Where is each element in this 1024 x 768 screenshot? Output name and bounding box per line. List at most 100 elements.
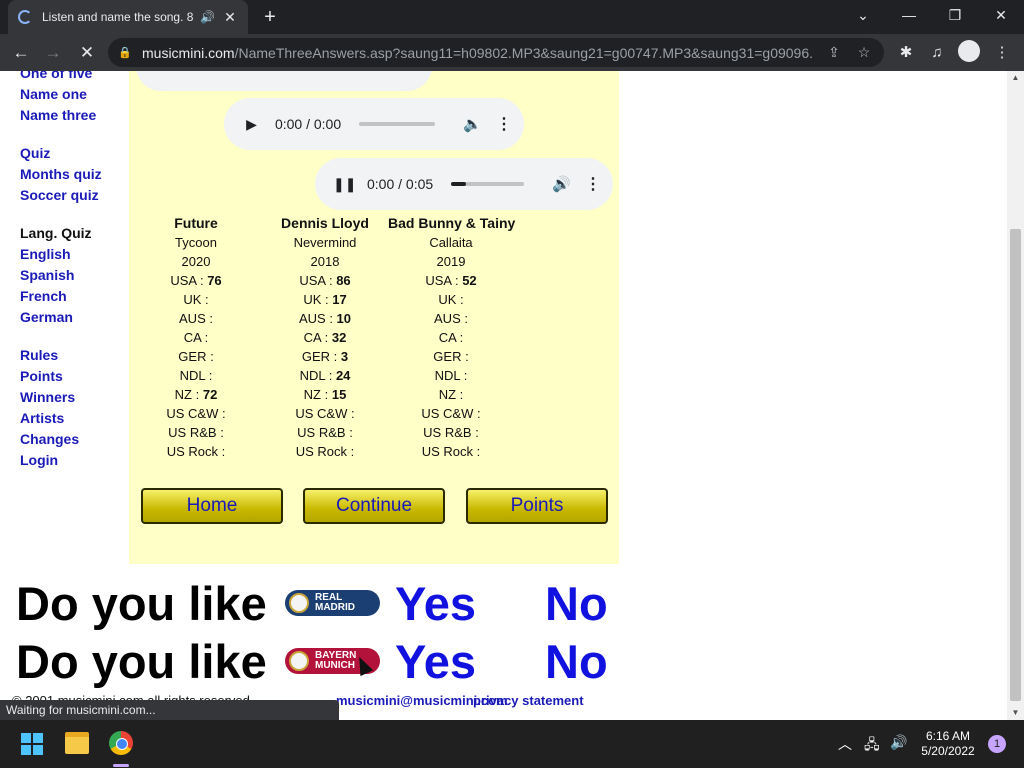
tab-search-button[interactable]: ⌄ [840, 0, 886, 30]
sidebar-menu: One of five Name one Name three Quiz Mon… [20, 71, 125, 471]
sidebar-item-rules[interactable]: Rules [20, 345, 125, 366]
taskbar-clock[interactable]: 6:16 AM 5/20/2022 [912, 729, 984, 759]
sidebar-item-quiz[interactable]: Quiz [20, 143, 125, 164]
more-options-icon[interactable]: ⋮ [496, 114, 512, 134]
audio-player-offscreen[interactable] [136, 71, 432, 91]
share-icon[interactable]: ⇪ [824, 44, 844, 61]
sidebar-item-months-quiz[interactable]: Months quiz [20, 164, 125, 185]
no-link[interactable]: No [545, 576, 608, 632]
sidebar-item-winners[interactable]: Winners [20, 387, 125, 408]
tray-chevron-up-icon[interactable]: ︿ [838, 734, 852, 754]
windows-start-icon[interactable] [21, 733, 43, 755]
network-icon[interactable]: 🖧 [864, 734, 880, 758]
no-link[interactable]: No [545, 634, 608, 690]
club-crest-icon [289, 593, 309, 613]
home-button[interactable]: Home [141, 488, 283, 524]
sidebar-item-spanish[interactable]: Spanish [20, 265, 125, 286]
privacy-link[interactable]: privacy statement [473, 693, 584, 708]
chart-position: NDL : [179, 368, 213, 383]
chart-position: AUS : [434, 311, 468, 326]
browser-tab-active[interactable]: Listen and name the song. 8 🔊 ✕ [8, 0, 248, 34]
volume-icon[interactable]: 🔈 [463, 115, 482, 133]
tray-volume-icon[interactable]: 🔊 [890, 734, 907, 751]
seek-slider[interactable] [451, 182, 525, 186]
chart-name: UK [303, 292, 322, 307]
file-explorer-icon[interactable] [65, 732, 89, 754]
back-arrow-icon[interactable]: ← [8, 40, 34, 66]
chart-value: 32 [331, 330, 347, 345]
sidebar-item-soccer-quiz[interactable]: Soccer quiz [20, 185, 125, 206]
volume-icon[interactable]: 🔊 [552, 175, 571, 193]
media-control-icon[interactable]: ♫ [925, 41, 949, 65]
close-window-button[interactable]: ✕ [978, 0, 1024, 30]
clock-time: 6:16 AM [925, 729, 971, 743]
more-options-icon[interactable]: ⋮ [585, 174, 601, 194]
minimize-button[interactable]: — [886, 0, 932, 30]
chart-name: NZ [303, 387, 322, 402]
chart-name: GER [433, 349, 462, 364]
song-artist: Bad Bunny & Tainy [388, 215, 516, 231]
scroll-down-arrow-icon[interactable]: ▼ [1007, 706, 1024, 720]
address-bar[interactable]: 🔒 musicmini.com/NameThreeAnswers.asp?sau… [108, 38, 884, 67]
chart-value: 76 [207, 273, 222, 288]
chart-value: 72 [202, 387, 218, 402]
chart-value: 10 [336, 311, 352, 326]
url-text: musicmini.com/NameThreeAnswers.asp?saung… [142, 44, 814, 61]
sidebar-item-changes[interactable]: Changes [20, 429, 125, 450]
yes-link[interactable]: Yes [395, 634, 476, 690]
sidebar-item-name-one[interactable]: Name one [20, 84, 125, 105]
restore-button[interactable]: ❐ [932, 0, 978, 30]
sidebar-item-english[interactable]: English [20, 244, 125, 265]
like-row-real-madrid: Do you like REAL MADRID Yes No [16, 576, 636, 632]
notification-badge[interactable]: 1 [988, 735, 1006, 753]
chart-position: NZ : 72 [174, 387, 218, 402]
chart-name: NDL [299, 368, 326, 383]
scroll-thumb[interactable] [1010, 229, 1021, 701]
scroll-up-arrow-icon[interactable]: ▲ [1007, 71, 1024, 85]
chart-position: UK : [183, 292, 209, 307]
chart-value: 3 [340, 349, 349, 364]
sidebar-item-name-three[interactable]: Name three [20, 105, 125, 126]
chart-position: US Rock : [421, 444, 481, 459]
song-title: Tycoon [175, 235, 217, 250]
page-scrollbar[interactable]: ▲ ▼ [1007, 71, 1024, 720]
sidebar-item-artists[interactable]: Artists [20, 408, 125, 429]
stop-loading-icon[interactable]: ✕ [74, 40, 100, 66]
new-tab-button[interactable]: + [258, 5, 282, 29]
tab-close-icon[interactable]: ✕ [222, 9, 238, 26]
chart-position: GER : [178, 349, 214, 364]
audio-player-1[interactable]: ▶ 0:00 / 0:00 🔈 ⋮ [224, 98, 524, 150]
sidebar-item-french[interactable]: French [20, 286, 125, 307]
seek-slider[interactable] [359, 122, 436, 126]
bookmark-star-icon[interactable]: ☆ [854, 44, 874, 61]
chart-position: NZ : [438, 387, 464, 402]
tab-strip: Listen and name the song. 8 🔊 ✕ + ⌄ — ❐ … [0, 0, 1024, 34]
chart-name: UK [438, 292, 457, 307]
forward-arrow-icon[interactable]: → [40, 40, 66, 66]
chart-position: CA : 32 [303, 330, 347, 345]
chart-position: AUS : 10 [298, 311, 352, 326]
continue-button[interactable]: Continue [303, 488, 445, 524]
song-artist: Future [174, 215, 218, 231]
chrome-menu-icon[interactable]: ⋮ [990, 41, 1014, 65]
lock-icon[interactable]: 🔒 [118, 46, 132, 60]
sidebar-item-one-of-five[interactable]: One of five [20, 71, 125, 84]
points-button[interactable]: Points [466, 488, 608, 524]
active-app-indicator [113, 764, 129, 767]
chart-name: AUS [434, 311, 461, 326]
play-icon[interactable]: ▶ [242, 116, 261, 133]
sidebar-item-login[interactable]: Login [20, 450, 125, 471]
sidebar-item-german[interactable]: German [20, 307, 125, 328]
yes-link[interactable]: Yes [395, 576, 476, 632]
chart-name: US R&B [168, 425, 217, 440]
pause-icon[interactable]: ❚❚ [333, 176, 356, 193]
chart-name: USA [170, 273, 197, 288]
chart-position: GER : 3 [301, 349, 349, 364]
profile-avatar-icon[interactable] [958, 40, 980, 62]
chrome-icon[interactable] [109, 731, 133, 755]
song-year: 2019 [436, 254, 466, 269]
speaker-icon[interactable]: 🔊 [200, 10, 215, 24]
extensions-puzzle-icon[interactable]: ✱ [894, 41, 918, 65]
audio-player-2[interactable]: ❚❚ 0:00 / 0:05 🔊 ⋮ [315, 158, 613, 210]
sidebar-item-points[interactable]: Points [20, 366, 125, 387]
